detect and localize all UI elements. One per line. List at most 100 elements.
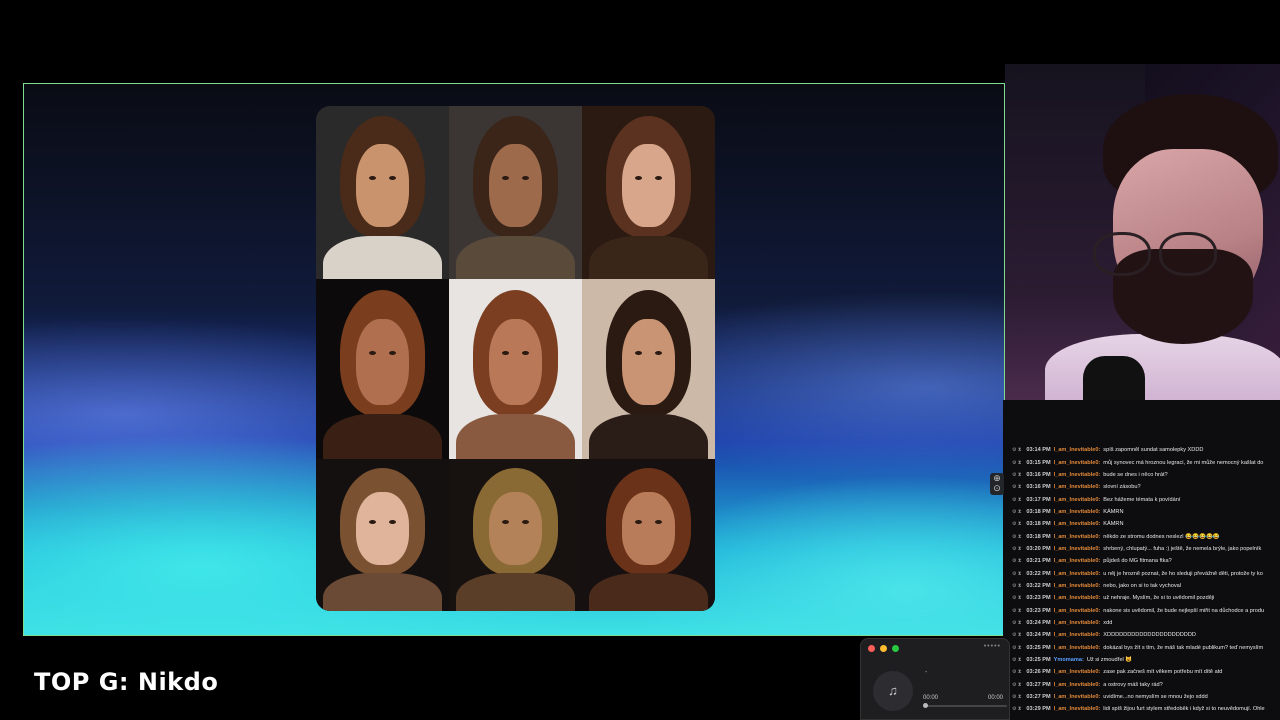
chat-text: slovní zásobu? (1103, 484, 1141, 491)
media-player[interactable]: ••••• ♫ - 00:00 00:00 (860, 638, 1010, 720)
chat-timestamp: 03:22 PM (1026, 582, 1051, 589)
portrait-woman-auburn (582, 459, 715, 611)
chat-text: dokázal bys žít s tím, že máš tak mladé … (1103, 644, 1264, 651)
chat-username[interactable]: I_am_Inevitable0: (1054, 617, 1101, 629)
badge-icon: ⚙ ⧗ (1012, 669, 1022, 676)
total-time: 00:00 (987, 695, 1003, 701)
chat-text: někdo ze stromu dodnes neslezl 😂😂😂😂😂 (1103, 533, 1220, 540)
chat-text: shrbený, chlupatý... fuha :) ještě, že n… (1103, 545, 1262, 552)
chat-timestamp: 03:20 PM (1026, 545, 1051, 552)
chat-message: ⚙ ⧗ 03:16 PM I_am_Inevitable0: slovní zásob… (1003, 481, 1280, 493)
chat-panel[interactable]: ⚙ ⧗ 03:14 PM I_am_Inevitable0: spíš zapomně… (1003, 400, 1280, 720)
chat-username[interactable]: I_am_Inevitable0: (1054, 543, 1101, 555)
badge-icon: ⚙ ⧗ (1012, 508, 1022, 515)
chat-text: xdd (1103, 619, 1113, 626)
chat-message: ⚙ ⧗ 03:26 PM I_am_Inevitable0: zase pak zač… (1003, 666, 1280, 678)
chat-username[interactable]: Ymomama: (1054, 654, 1084, 666)
chat-text: XDDDDDDDDDDDDDDDDDDDDDD (1103, 632, 1196, 639)
badge-icon: ⚙ ⧗ (1012, 632, 1022, 639)
portrait-grid (316, 106, 715, 611)
chat-text: bude se dnes i něco hrát? (1103, 471, 1168, 478)
chat-username[interactable]: I_am_Inevitable0: (1054, 555, 1101, 567)
webcam-glasses (1093, 232, 1243, 276)
chat-timestamp: 03:18 PM (1026, 533, 1051, 540)
chat-timestamp: 03:26 PM (1026, 669, 1051, 676)
close-button[interactable] (868, 645, 875, 652)
chat-username[interactable]: I_am_Inevitable0: (1054, 592, 1101, 604)
progress-bar[interactable] (923, 705, 1007, 707)
chat-username[interactable]: I_am_Inevitable0: (1054, 666, 1101, 678)
chat-text: Už si zmoudřel 😺 (1086, 657, 1133, 664)
chat-timestamp: 03:27 PM (1026, 694, 1051, 701)
chat-username[interactable]: I_am_Inevitable0: (1054, 469, 1101, 481)
chat-message: ⚙ ⧗ 03:24 PM I_am_Inevitable0: XDDDDDDDDDDD… (1003, 629, 1280, 641)
stream-caption: TOP G: Nikdo (34, 668, 219, 696)
chat-text: nakone sis uvědomil, že bude nejlepší mi… (1103, 607, 1265, 614)
badge-icon: ⚙ ⧗ (1012, 644, 1022, 651)
chat-username[interactable]: I_am_Inevitable0: (1054, 481, 1101, 493)
chat-timestamp: 03:16 PM (1026, 484, 1051, 491)
chat-message: ⚙ ⧗ 03:21 PM I_am_Inevitable0: půjdeš do MG… (1003, 555, 1280, 567)
chat-timestamp: 03:24 PM (1026, 632, 1051, 639)
chat-username[interactable]: I_am_Inevitable0: (1054, 580, 1101, 592)
chat-message: ⚙ ⧗ 03:23 PM I_am_Inevitable0: už nehraje. … (1003, 592, 1280, 604)
portrait-young-woman-fur (316, 106, 449, 279)
webcam-shirt (1045, 334, 1280, 400)
chat-message: ⚙ ⧗ 03:17 PM I_am_Inevitable0: Bez hážeme t… (1003, 493, 1280, 505)
chat-message: ⚙ ⧗ 03:18 PM I_am_Inevitable0: někdo ze str… (1003, 530, 1280, 542)
portrait-woman-curly (582, 106, 715, 279)
badge-icon: ⚙ ⧗ (1012, 595, 1022, 602)
chat-timestamp: 03:17 PM (1026, 496, 1051, 503)
chat-message: ⚙ ⧗ 03:15 PM I_am_Inevitable0: můj synovec … (1003, 456, 1280, 468)
chat-text: můj synovec má hroznou legraci, že mi mů… (1103, 459, 1264, 466)
chat-username[interactable]: I_am_Inevitable0: (1054, 531, 1101, 543)
chat-username[interactable]: I_am_Inevitable0: (1054, 506, 1101, 518)
badge-icon: ⚙ ⧗ (1012, 545, 1022, 552)
chat-username[interactable]: I_am_Inevitable0: (1054, 642, 1101, 654)
chat-text: a ostrovy máš taky rád? (1103, 681, 1163, 688)
chat-timestamp: 03:15 PM (1026, 459, 1051, 466)
badge-icon: ⚙ ⧗ (1012, 694, 1022, 701)
chat-message: ⚙ ⧗ 03:27 PM I_am_Inevitable0: uvidíme...no… (1003, 691, 1280, 703)
chat-username[interactable]: I_am_Inevitable0: (1054, 605, 1101, 617)
chat-text: zase pak začneš mít věkem potřebu mít dí… (1103, 669, 1223, 676)
microphone (1083, 356, 1145, 400)
chat-timestamp: 03:18 PM (1026, 521, 1051, 528)
music-note-icon: ♫ (873, 671, 913, 711)
badge-icon: ⚙ ⧗ (1012, 607, 1022, 614)
badge-icon: ⚙ ⧗ (1012, 657, 1022, 664)
chat-timestamp: 03:23 PM (1026, 607, 1051, 614)
badge-icon: ⚙ ⧗ (1012, 521, 1022, 528)
chat-username[interactable]: I_am_Inevitable0: (1054, 457, 1101, 469)
chat-message: ⚙ ⧗ 03:22 PM I_am_Inevitable0: u něj je hro… (1003, 567, 1280, 579)
chat-message: ⚙ ⧗ 03:29 PM I_am_Inevitable0: lidi spíš ži… (1003, 703, 1280, 715)
chat-username[interactable]: I_am_Inevitable0: (1054, 691, 1101, 703)
portrait-man-topknot (582, 279, 715, 459)
progress-knob[interactable] (923, 703, 928, 708)
chat-username[interactable]: I_am_Inevitable0: (1054, 679, 1101, 691)
chat-username[interactable]: I_am_Inevitable0: (1054, 494, 1101, 506)
chat-username[interactable]: I_am_Inevitable0: (1054, 568, 1101, 580)
badge-icon: ⚙ ⧗ (1012, 681, 1022, 688)
badge-icon: ⚙ ⧗ (1012, 619, 1022, 626)
chat-timestamp: 03:25 PM (1026, 657, 1051, 664)
chat-username[interactable]: I_am_Inevitable0: (1054, 444, 1101, 456)
minimize-button[interactable] (880, 645, 887, 652)
maximize-button[interactable] (892, 645, 899, 652)
chat-text: KÁMRN (1103, 508, 1124, 515)
track-title: - (925, 669, 928, 676)
chat-username[interactable]: I_am_Inevitable0: (1054, 629, 1101, 641)
chat-timestamp: 03:25 PM (1026, 644, 1051, 651)
chat-username[interactable]: I_am_Inevitable0: (1054, 518, 1101, 530)
chat-message: ⚙ ⧗ 03:18 PM I_am_Inevitable0: KÁMRN (1003, 518, 1280, 530)
chat-text: u něj je hrozně poznat, že ho sleduji př… (1103, 570, 1263, 577)
chat-timestamp: 03:24 PM (1026, 619, 1051, 626)
chat-popout-icon[interactable]: ⊕ ⊙ (990, 473, 1004, 495)
drag-handle-icon[interactable]: ••••• (984, 643, 1001, 650)
badge-icon: ⚙ ⧗ (1012, 471, 1022, 478)
portrait-blond-man (449, 459, 582, 611)
chat-timestamp: 03:23 PM (1026, 595, 1051, 602)
chat-text: Bez hážeme témata k povídání (1103, 496, 1181, 503)
chat-text: už nehraje. Myslím, že si to uvědomil po… (1103, 595, 1215, 602)
chat-username[interactable]: I_am_Inevitable0: (1054, 703, 1101, 715)
